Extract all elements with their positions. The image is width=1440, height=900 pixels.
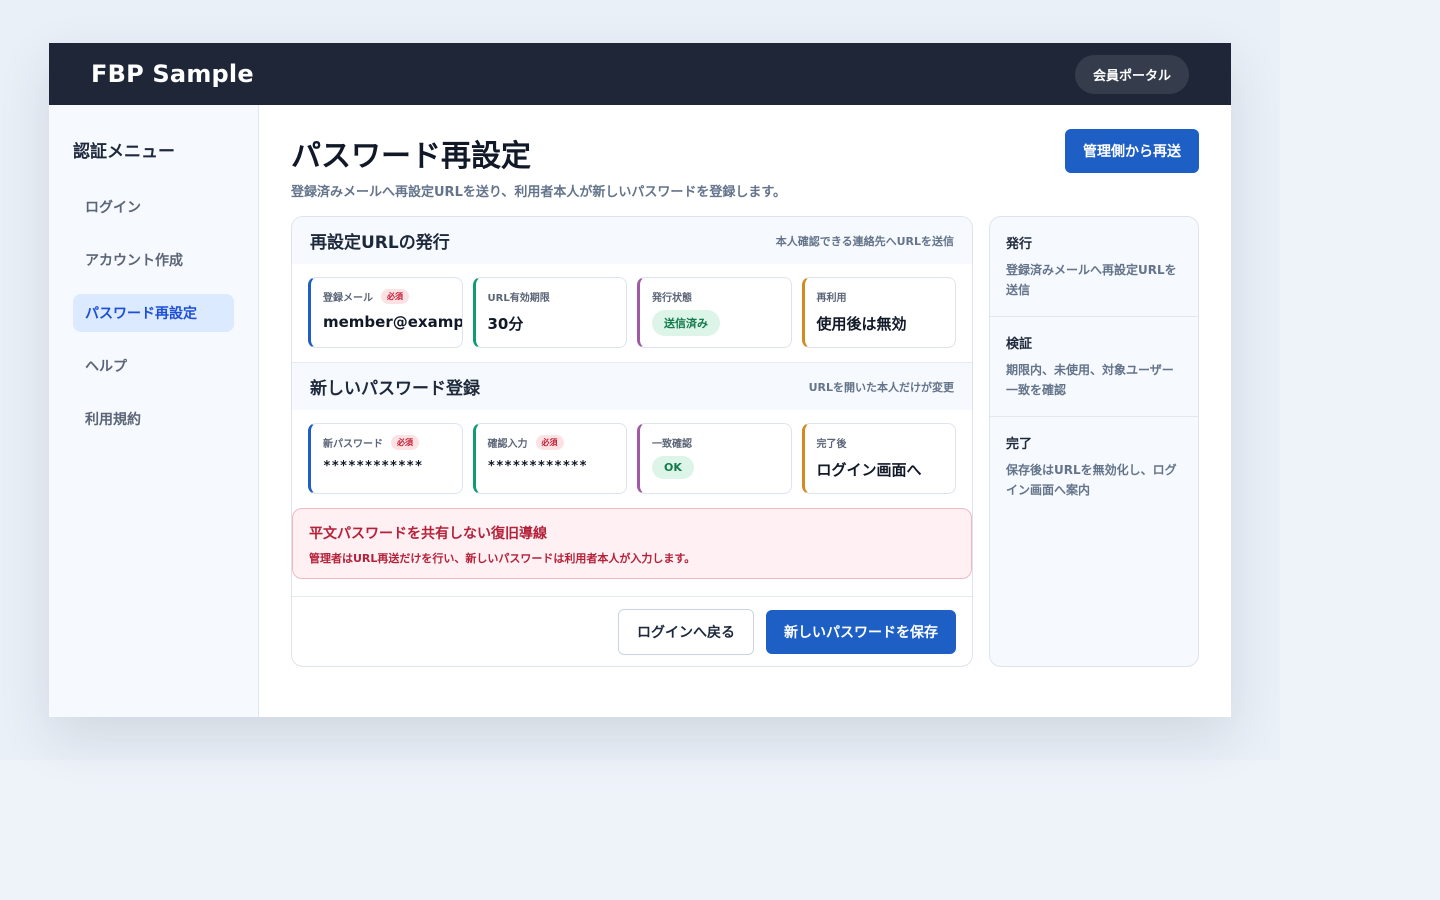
status-badge-sent: 送信済み bbox=[652, 310, 720, 336]
required-badge: 必須 bbox=[381, 288, 409, 304]
issue-section-header: 再設定URLの発行 本人確認できる連絡先へURLを送信 bbox=[292, 217, 972, 264]
after-complete-value: ログイン画面へ bbox=[816, 461, 922, 479]
sidebar-item-terms[interactable]: 利用規約 bbox=[73, 400, 234, 438]
step-title: 検証 bbox=[1006, 337, 1033, 352]
confirm-password-label: 確認入力 bbox=[487, 438, 528, 450]
url-expiry-field[interactable]: URL有効期限 30分 bbox=[472, 277, 627, 348]
sidebar-item-help[interactable]: ヘルプ bbox=[73, 347, 234, 385]
after-complete-field: 完了後 ログイン画面へ bbox=[801, 423, 956, 494]
register-section-title: 新しいパスワード登録 bbox=[310, 379, 480, 399]
save-password-button[interactable]: 新しいパスワードを保存 bbox=[766, 609, 956, 654]
step-issue: 発行 登録済みメールへ再設定URLを送信 bbox=[990, 217, 1198, 317]
register-section-header: 新しいパスワード登録 URLを開いた本人だけが変更 bbox=[292, 363, 972, 410]
process-steps-panel: 発行 登録済みメールへ再設定URLを送信 検証 期限内、未使用、対象ユーザー一致… bbox=[989, 216, 1199, 667]
new-password-label: 新パスワード bbox=[323, 438, 383, 450]
new-password-field[interactable]: 新パスワード 必須 ************ bbox=[308, 423, 463, 494]
page-subtitle: 登録済みメールへ再設定URLを送り、利用者本人が新しいパスワードを登録します。 bbox=[291, 185, 787, 200]
reuse-field: 再利用 使用後は無効 bbox=[801, 277, 956, 348]
issue-fields: 登録メール 必須 member@example.com URL有効期限 30分 … bbox=[292, 264, 972, 362]
resend-button[interactable]: 管理側から再送 bbox=[1065, 129, 1199, 173]
step-verify: 検証 期限内、未使用、対象ユーザー一致を確認 bbox=[990, 317, 1198, 417]
issue-section-note: 本人確認できる連絡先へURLを送信 bbox=[775, 234, 954, 248]
confirm-password-value: ************ bbox=[487, 459, 588, 474]
step-description: 登録済みメールへ再設定URLを送信 bbox=[1006, 263, 1177, 297]
register-fields: 新パスワード 必須 ************ 確認入力 必須 *********… bbox=[292, 410, 972, 508]
step-complete: 完了 保存後はURLを無効化し、ログイン画面へ案内 bbox=[990, 417, 1198, 516]
required-badge: 必須 bbox=[391, 434, 419, 450]
reuse-value: 使用後は無効 bbox=[816, 315, 907, 333]
sidebar-item-password-reset[interactable]: パスワード再設定 bbox=[73, 294, 234, 332]
app-window: FBP Sample 会員ポータル 認証メニュー ログイン アカウント作成 パス… bbox=[49, 43, 1231, 717]
sidebar-item-create-account[interactable]: アカウント作成 bbox=[73, 241, 234, 279]
new-password-value: ************ bbox=[323, 459, 423, 474]
status-badge-ok: OK bbox=[652, 456, 694, 479]
email-field-label: 登録メール bbox=[323, 292, 373, 304]
after-complete-label: 完了後 bbox=[816, 438, 847, 450]
step-description: 保存後はURLを無効化し、ログイン画面へ案内 bbox=[1006, 463, 1177, 497]
page-title: パスワード再設定 bbox=[291, 139, 531, 174]
step-title: 発行 bbox=[1006, 237, 1033, 252]
card-footer: ログインへ戻る 新しいパスワードを保存 bbox=[292, 596, 972, 666]
match-check-field: 一致確認 OK bbox=[637, 423, 792, 494]
portal-button[interactable]: 会員ポータル bbox=[1074, 54, 1189, 94]
url-expiry-value: 30分 bbox=[487, 315, 524, 333]
sidebar-title: 認証メニュー bbox=[73, 142, 175, 162]
confirm-password-field[interactable]: 確認入力 必須 ************ bbox=[472, 423, 627, 494]
alert-title: 平文パスワードを共有しない復旧導線 bbox=[309, 526, 547, 542]
issue-status-field: 発行状態 送信済み bbox=[637, 277, 792, 348]
reuse-label: 再利用 bbox=[816, 292, 847, 304]
email-field-value: member@example.com bbox=[323, 313, 462, 331]
match-check-label: 一致確認 bbox=[652, 438, 692, 450]
step-description: 期限内、未使用、対象ユーザー一致を確認 bbox=[1006, 363, 1174, 397]
brand-logo[interactable]: FBP Sample bbox=[91, 60, 254, 88]
required-badge: 必須 bbox=[535, 434, 564, 450]
sidebar-item-login[interactable]: ログイン bbox=[73, 188, 234, 226]
security-alert: 平文パスワードを共有しない復旧導線 管理者はURL再送だけを行い、新しいパスワー… bbox=[292, 508, 972, 579]
issue-status-label: 発行状態 bbox=[652, 292, 692, 304]
register-section-note: URLを開いた本人だけが変更 bbox=[808, 380, 954, 394]
step-title: 完了 bbox=[1006, 437, 1033, 452]
reset-card: 再設定URLの発行 本人確認できる連絡先へURLを送信 登録メール 必須 mem… bbox=[291, 216, 973, 667]
issue-section-title: 再設定URLの発行 bbox=[310, 233, 450, 253]
url-expiry-label: URL有効期限 bbox=[487, 292, 550, 304]
top-bar: FBP Sample 会員ポータル bbox=[49, 43, 1231, 105]
alert-body: 管理者はURL再送だけを行い、新しいパスワードは利用者本人が入力します。 bbox=[309, 552, 696, 565]
email-field[interactable]: 登録メール 必須 member@example.com bbox=[308, 277, 463, 348]
sidebar: 認証メニュー ログイン アカウント作成 パスワード再設定 ヘルプ 利用規約 bbox=[49, 105, 259, 717]
main-content: パスワード再設定 登録済みメールへ再設定URLを送り、利用者本人が新しいパスワー… bbox=[259, 105, 1231, 717]
back-to-login-button[interactable]: ログインへ戻る bbox=[618, 608, 754, 655]
